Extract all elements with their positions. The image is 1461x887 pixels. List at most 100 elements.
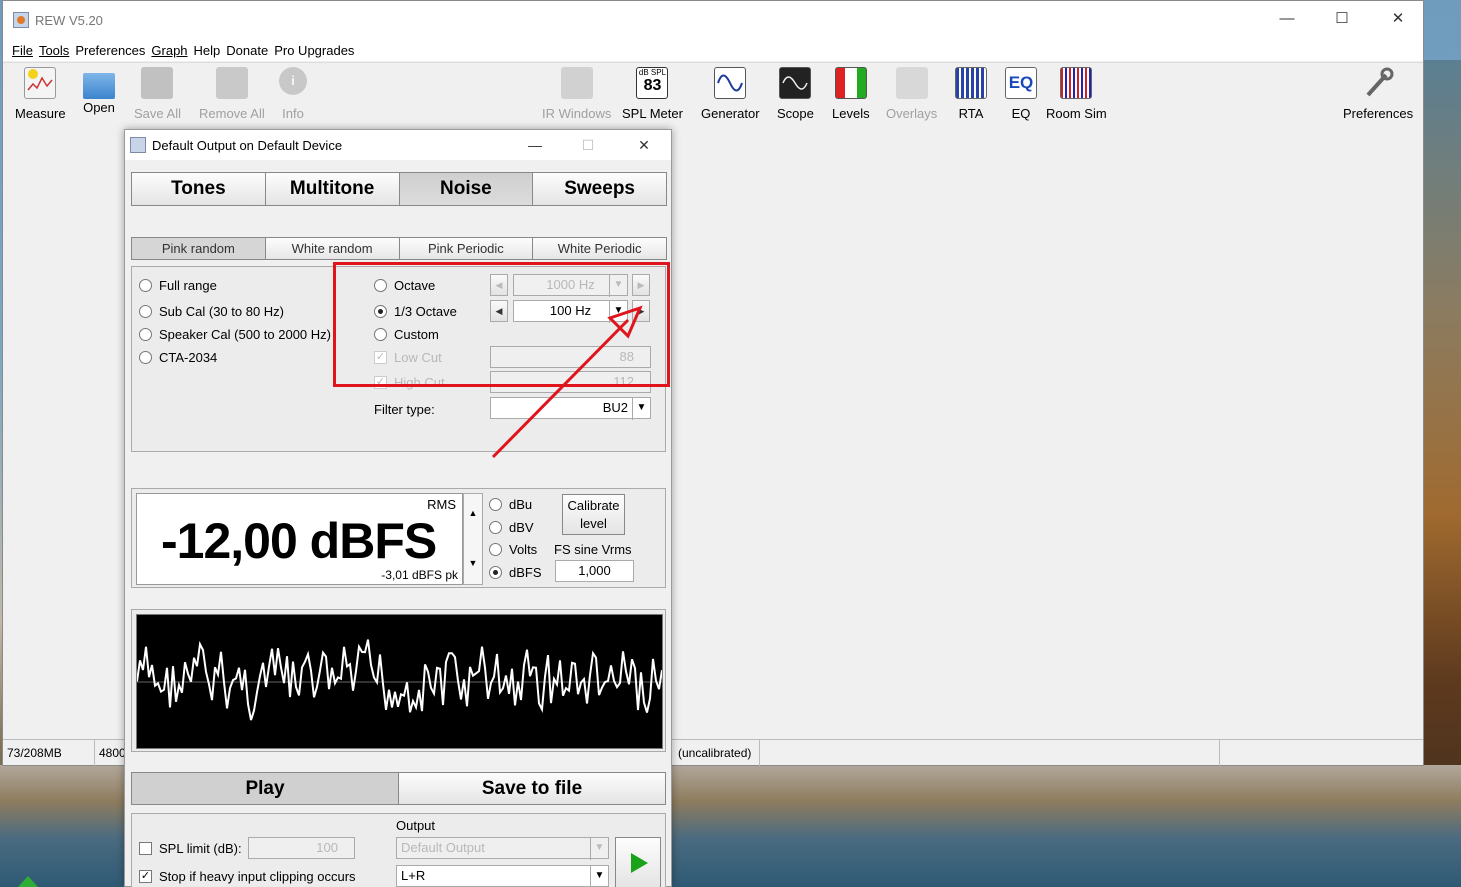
unit-dbu-label: dBu [509,497,533,512]
play-start-button[interactable] [615,837,661,887]
measure-button[interactable]: Measure [15,67,66,121]
radio-icon [139,351,152,364]
filter-type-label: Filter type: [374,402,435,417]
eq-label: EQ [1011,106,1031,121]
save-all-label: Save All [134,106,181,121]
unit-dbv-option[interactable]: dBV [489,520,534,535]
levels-label: Levels [832,106,870,121]
fs-sine-input[interactable]: 1,000 [555,560,634,582]
menu-pro-upgrades[interactable]: Pro Upgrades [274,43,354,58]
checkbox-checked-icon: ✓ [139,870,152,883]
output-channel-select[interactable]: L+R ▼ [396,865,609,887]
calibrate-level-button[interactable]: Calibrate level [562,494,625,535]
spl-icon-label: dB SPL [638,68,667,77]
calibrate-label-line2: level [580,516,607,531]
save-to-file-button[interactable]: Save to file [398,772,666,805]
rta-button[interactable]: RTA [955,67,987,121]
generator-minimize-button[interactable]: — [525,135,545,155]
menu-help[interactable]: Help [194,43,221,58]
overlays-icon [895,67,928,99]
level-display: RMS -12,00 dBFS -3,01 dBFS pk [136,493,463,585]
stop-clipping-checkbox[interactable]: ✓ Stop if heavy input clipping occurs [139,869,356,884]
chevron-down-icon: ▼ [590,838,608,860]
tab-noise[interactable]: Noise [398,172,534,206]
waveform-panel [131,609,666,752]
info-button[interactable]: i Info [279,67,307,121]
wrench-icon [1362,67,1394,99]
annotation-highlight-box [333,262,670,387]
calibration-status: (uncalibrated) [674,740,760,766]
preferences-button[interactable]: Preferences [1343,67,1413,121]
cta-2034-option[interactable]: CTA-2034 [139,350,217,365]
unit-volts-label: Volts [509,542,538,557]
ir-windows-button[interactable]: IR Windows [542,67,611,121]
tab-pink-random[interactable]: Pink random [131,237,266,260]
close-button[interactable]: ✕ [1386,9,1410,29]
tab-white-random[interactable]: White random [264,237,400,260]
radio-selected-icon [489,566,502,579]
menu-file-label: File [12,42,33,58]
waveform-trace [136,639,663,721]
room-sim-button[interactable]: Room Sim [1046,67,1107,121]
menu-tools-label: Tools [38,42,70,58]
unit-dbfs-option[interactable]: dBFS [489,565,542,580]
unit-dbu-option[interactable]: dBu [489,497,532,512]
save-icon [141,67,174,99]
remove-all-button[interactable]: Remove All [199,67,265,121]
radio-icon [139,328,152,341]
menu-graph-label: Graph [151,42,188,58]
eq-button[interactable]: EQ EQ [1005,67,1037,121]
generator-close-button[interactable]: ✕ [634,135,654,155]
output-device-select[interactable]: Default Output ▼ [396,837,609,860]
levels-button[interactable]: Levels [832,67,870,121]
rta-icon [955,67,987,99]
menu-tools[interactable]: Tools [39,43,69,58]
tab-multitone[interactable]: Multitone [264,172,400,206]
filter-type-select[interactable]: BU2 ▼ [490,397,651,420]
menu-pro-upgrades-label: Pro Upgrades [274,42,355,58]
sub-cal-option[interactable]: Sub Cal (30 to 80 Hz) [139,304,284,319]
generator-maximize-button[interactable]: ☐ [578,135,598,155]
output-label: Output [396,818,436,833]
tab-tones[interactable]: Tones [131,172,266,206]
noise-type-tabs: Pink random White random Pink Periodic W… [131,237,667,260]
unit-volts-option[interactable]: Volts [489,542,537,557]
overlays-button[interactable]: Overlays [886,67,937,121]
rew-app-icon [13,12,29,28]
filter-type-value: BU2 [602,400,628,415]
open-button[interactable]: Open [83,67,115,115]
folder-icon [83,73,115,99]
radio-icon [489,498,502,511]
calibrate-label-line1: Calibrate [567,498,620,513]
menu-bar: File Tools Preferences Graph Help Donate… [3,39,1423,61]
menu-graph[interactable]: Graph [151,43,187,58]
spl-meter-icon: dB SPL 83 [636,67,669,99]
spl-limit-checkbox[interactable]: SPL limit (dB): [139,841,242,856]
ir-windows-label: IR Windows [542,106,612,121]
menu-file[interactable]: File [12,43,33,58]
menu-preferences[interactable]: Preferences [75,43,145,58]
speaker-cal-option[interactable]: Speaker Cal (500 to 2000 Hz) [139,327,331,342]
tab-sweeps[interactable]: Sweeps [532,172,667,206]
spl-limit-label: SPL limit (dB): [159,841,242,856]
play-button[interactable]: Play [131,772,399,805]
spl-limit-value: 100 [316,840,338,855]
room-sim-icon [1060,67,1093,99]
save-all-button[interactable]: Save All [134,67,181,121]
generator-dialog: Default Output on Default Device — ☐ ✕ T… [124,129,672,887]
chevron-down-icon: ▼ [632,398,650,420]
tab-white-periodic[interactable]: White Periodic [532,237,667,260]
maximize-button[interactable]: ☐ [1330,9,1354,29]
menu-donate[interactable]: Donate [226,43,268,58]
generator-button[interactable]: Generator [701,67,760,121]
spl-meter-button[interactable]: dB SPL 83 SPL Meter [622,67,683,121]
level-up-arrow-icon[interactable]: ▲ [464,508,482,518]
level-spinner[interactable]: ▲ ▼ [463,493,483,585]
full-range-option[interactable]: Full range [139,278,217,293]
scope-button[interactable]: Scope [777,67,814,121]
level-down-arrow-icon[interactable]: ▼ [464,558,482,568]
tab-pink-periodic[interactable]: Pink Periodic [398,237,534,260]
spl-limit-input[interactable]: 100 [248,837,355,859]
peak-level-label: -3,01 dBFS pk [381,568,458,582]
minimize-button[interactable]: — [1275,9,1299,29]
